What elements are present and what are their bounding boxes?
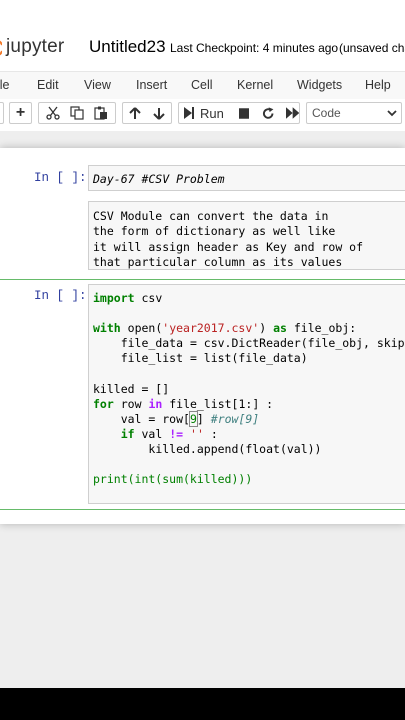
jupyter-logo-text[interactable]: jupyter [6,36,64,58]
code-line: file_data = csv.DictReader(file_obj, ski… [120,336,405,351]
keyword: for [93,396,114,411]
number-literal: 9 [188,410,198,427]
arrow-up-icon[interactable] [129,106,141,120]
notebook-title[interactable]: Untitled23 [89,37,166,57]
cell-text: CSV Module can convert the data in the f… [93,209,364,269]
code-token: file_obj: [293,321,357,336]
restart-icon[interactable] [262,106,274,120]
save-button[interactable] [0,102,4,124]
code-editor[interactable]: import csv with open('year2017.csv') as … [88,284,405,504]
text-line: it will assign header as Key and row of [93,239,364,254]
header: jupyter Untitled23 Last Checkpoint: 4 mi… [0,32,405,58]
cell-source-text: Day-67 #CSV Problem [93,172,225,186]
notebook-window: jupyter Untitled23 Last Checkpoint: 4 mi… [0,0,405,688]
code-token: val [141,426,163,441]
menu-edit[interactable]: Edit [37,78,59,92]
string-literal: '' [190,426,204,441]
cell-source: Day-67 #CSV Problem [93,172,225,186]
code-text: import csv with open('year2017.csv') as … [93,291,405,487]
menu-cell[interactable]: Cell [191,78,213,92]
plus-icon: + [15,104,26,121]
text-line: that particular column as its values [93,254,343,269]
text-line: CSV Module can convert the data in [93,209,329,223]
code-line: file_list = list(file_data) [120,351,308,366]
menu-help[interactable]: Help [365,78,391,92]
cell-type-select[interactable]: Code [306,102,402,124]
copy-icon[interactable] [70,106,84,120]
cell-type-value: Code [312,106,341,120]
keyword: with [93,321,121,336]
move-cell-button-group [122,102,172,124]
code-line: killed = [] [93,381,170,396]
code-token: ] [196,411,204,426]
code-cell-input[interactable]: Day-67 #CSV Problem [88,165,405,191]
menu-widgets[interactable]: Widgets [297,78,342,92]
run-control-group: Run [178,102,300,124]
menu-file[interactable]: ile [0,78,10,92]
code-token: : [210,426,218,441]
keyword: in [148,396,163,411]
step-forward-icon [184,107,194,119]
unsaved-status: (unsaved cha [339,41,405,55]
arrow-down-icon[interactable] [153,107,165,120]
code-comment: #row[9] [210,411,260,426]
cell-prompt: In [ ]: [34,289,87,303]
text-line: the form of dictionary as well like [93,224,336,239]
code-line: killed.append(float(val)) [148,441,322,456]
fast-forward-icon[interactable] [285,107,299,119]
keyword: if [120,426,135,441]
code-token: file_list[1:] : [169,396,274,411]
run-label: Run [200,105,224,121]
jupyter-logo-icon [0,40,2,56]
run-button[interactable]: Run [184,106,224,121]
chevron-down-icon [387,110,397,117]
keyword: import [93,291,135,305]
code-line: print(int(sum(killed))) [93,472,253,487]
insert-cell-button[interactable]: + [9,102,32,124]
code-token: row [120,396,142,411]
text-cell-input[interactable]: CSV Module can convert the data in the f… [88,201,405,270]
menubar: ile Edit View Insert Cell Kernel Widgets… [0,71,405,101]
stop-icon[interactable] [238,107,250,119]
clipboard-button-group [38,102,116,124]
keyword: as [273,321,287,336]
toolbar: + Run Code [0,99,405,132]
string-literal: 'year2017.csv' [162,321,260,336]
menu-insert[interactable]: Insert [136,78,167,92]
menu-view[interactable]: View [84,78,111,92]
checkpoint-status: Last Checkpoint: 4 minutes ago [170,41,339,55]
paste-icon[interactable] [94,106,108,120]
scissors-icon[interactable] [46,106,60,120]
operator: != [169,426,184,441]
code-token: csv [141,291,163,305]
code-token: val = row[ [120,411,190,426]
cell-prompt: In [ ]: [34,171,87,185]
menu-kernel[interactable]: Kernel [237,78,273,92]
code-token: open( [127,321,163,336]
